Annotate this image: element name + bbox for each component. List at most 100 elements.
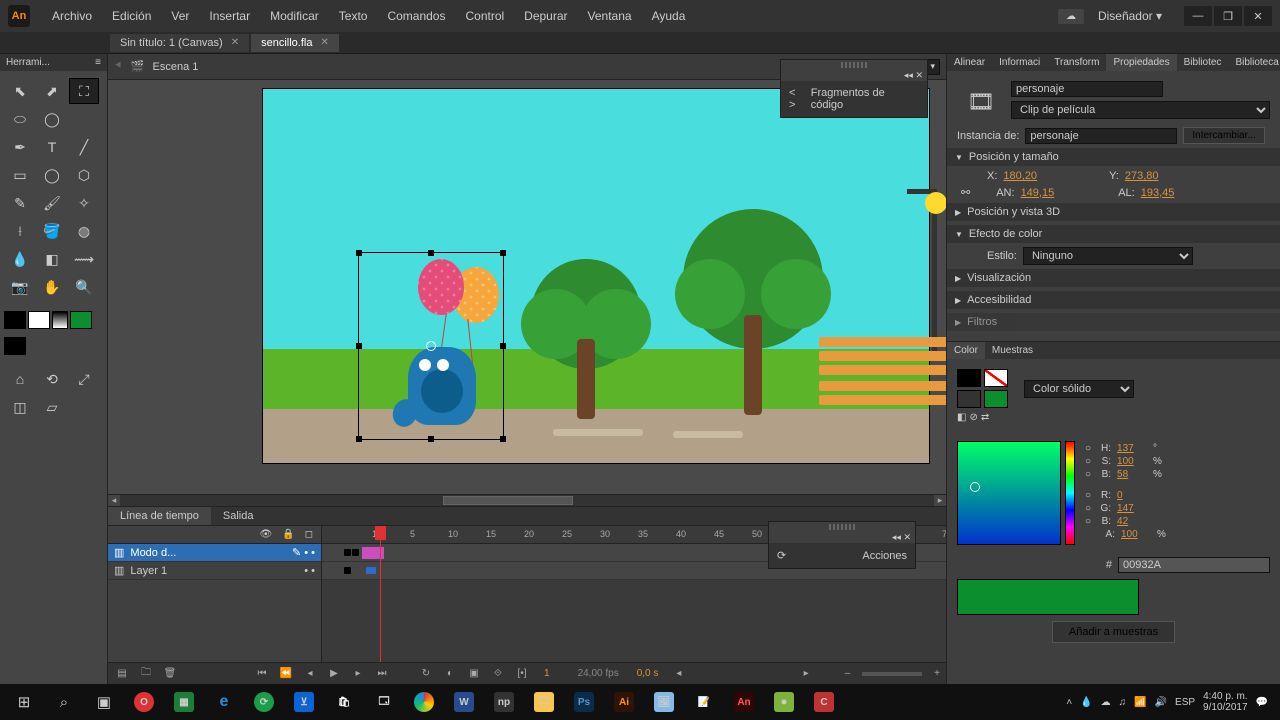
marker-button[interactable]: [•] <box>514 668 530 679</box>
tray-clock[interactable]: 4:40 p. m.9/10/2017 <box>1203 691 1248 713</box>
zoom-tool[interactable]: 🔍 <box>69 274 99 300</box>
layer-row[interactable]: ▥Modo d...✎ • • <box>108 544 321 562</box>
taskbar-app[interactable]: ⏺ <box>764 687 804 717</box>
menu-modificar[interactable]: Modificar <box>260 9 329 23</box>
tab-library1[interactable]: Bibliotec <box>1177 54 1229 71</box>
taskbar-app[interactable]: 🗔 <box>364 687 404 717</box>
link-wh-icon[interactable]: ⚯ <box>961 186 970 199</box>
symbol-type-select[interactable]: Clip de película <box>1011 101 1270 119</box>
fill-color-swatch[interactable] <box>28 311 50 329</box>
taskbar-app[interactable]: W <box>444 687 484 717</box>
tab-swatches[interactable]: Muestras <box>985 342 1040 359</box>
last-frame-button[interactable]: ⏭ <box>374 668 390 679</box>
step-back-button[interactable]: ⏪ <box>278 668 294 679</box>
visibility-icon[interactable]: 👁 <box>260 529 273 540</box>
instance-name-input[interactable] <box>1011 81 1163 97</box>
new-layer-button[interactable]: ▤ <box>114 668 130 679</box>
stage-hscroll[interactable]: ◂ ▸ <box>108 494 946 506</box>
camera-tool[interactable]: 📷 <box>5 274 35 300</box>
task-view-icon[interactable]: ▣ <box>84 687 124 717</box>
distort-tool[interactable]: ◫ <box>5 394 35 420</box>
taskbar-app[interactable]: ⟳ <box>244 687 284 717</box>
taskbar-app[interactable]: 🖼 <box>644 687 684 717</box>
onion-skin-button[interactable]: ◐ <box>442 668 458 679</box>
onion-outline-button[interactable]: ▣ <box>466 668 482 679</box>
tab-align[interactable]: Alinear <box>947 54 992 71</box>
lasso-tool[interactable]: ⬭ <box>5 106 35 132</box>
tray-icon[interactable]: 💧 <box>1080 697 1092 708</box>
workspace-switcher[interactable]: Diseñador ▾ <box>1098 9 1162 23</box>
bw-icon[interactable] <box>4 337 26 355</box>
taskbar-app[interactable]: ▦ <box>164 687 204 717</box>
x-value[interactable]: 180,20 <box>1003 170 1037 182</box>
new-folder-button[interactable]: 🗀 <box>138 665 154 682</box>
first-frame-button[interactable]: ⏮ <box>254 668 270 679</box>
next-frame-button[interactable]: ▸ <box>350 668 366 679</box>
scale-tool[interactable]: ⤢ <box>69 366 99 392</box>
section-display[interactable]: ▶Visualización <box>947 269 1280 287</box>
start-button[interactable]: ⊞ <box>4 687 44 717</box>
tray-icon[interactable]: ☁ <box>1101 697 1111 708</box>
hex-input[interactable] <box>1118 557 1270 573</box>
paint-bucket-tool[interactable]: 🪣 <box>37 218 67 244</box>
rotate-tool[interactable]: ⟲ <box>37 366 67 392</box>
close-button[interactable]: ✕ <box>1244 6 1272 26</box>
eraser-tool[interactable]: ◧ <box>37 246 67 272</box>
timeline-zoom-out[interactable]: – <box>845 668 851 679</box>
section-position-size[interactable]: ▼Posición y tamaño <box>947 148 1280 166</box>
lock-icon[interactable]: 🔒 <box>282 529 294 540</box>
edit-multiple-button[interactable]: ⟐ <box>490 668 506 679</box>
panel-menu-icon[interactable]: ≡ <box>95 57 101 68</box>
taskbar-app[interactable]: C <box>804 687 844 717</box>
section-accessibility[interactable]: ▶Accesibilidad <box>947 291 1280 309</box>
taskbar-app[interactable]: np <box>484 687 524 717</box>
prev-frame-button[interactable]: ◂ <box>302 668 318 679</box>
scene-name[interactable]: Escena 1 <box>153 61 199 73</box>
taskbar-app[interactable]: 📝 <box>684 687 724 717</box>
taskbar-app[interactable]: e <box>204 687 244 717</box>
y-value[interactable]: 273,80 <box>1125 170 1159 182</box>
play-button[interactable]: ▶ <box>326 668 342 679</box>
loop-button[interactable]: ↻ <box>418 668 434 679</box>
tab-timeline[interactable]: Línea de tiempo <box>108 507 211 525</box>
bw-reset-icon[interactable]: ◧ <box>957 412 966 423</box>
g-value[interactable]: 147 <box>1117 503 1147 514</box>
active-swatch[interactable] <box>984 390 1008 408</box>
text-tool[interactable]: T <box>37 134 67 160</box>
tab-info[interactable]: Informaci <box>992 54 1047 71</box>
pen-tool[interactable]: ✒ <box>5 134 35 160</box>
menu-insertar[interactable]: Insertar <box>199 9 260 23</box>
tab-transform[interactable]: Transform <box>1047 54 1106 71</box>
tray-lang[interactable]: ESP <box>1175 697 1195 708</box>
tray-notifications-icon[interactable]: 💬 <box>1256 697 1268 708</box>
color-type-select[interactable]: Color sólido <box>1024 380 1134 398</box>
close-icon[interactable]: ✕ <box>915 70 923 80</box>
stroke-color-swatch[interactable] <box>4 311 26 329</box>
tray-expand-icon[interactable]: ˄ <box>1066 697 1072 708</box>
close-icon[interactable]: ✕ <box>903 532 911 542</box>
close-icon[interactable]: ✕ <box>320 37 328 48</box>
free-transform-tool[interactable]: ⛶ <box>69 78 99 104</box>
tab-untitled[interactable]: Sin título: 1 (Canvas)✕ <box>110 34 249 52</box>
swap-color-icon[interactable]: ⇄ <box>981 412 989 423</box>
tab-properties[interactable]: Propiedades <box>1106 54 1176 71</box>
no-fill-swatch[interactable] <box>984 369 1008 387</box>
color-field[interactable] <box>957 441 1061 545</box>
tab-library2[interactable]: Biblioteca <box>1228 54 1280 71</box>
taskbar-app[interactable] <box>404 687 444 717</box>
h-value[interactable]: 137 <box>1117 443 1147 454</box>
tab-sencillo[interactable]: sencillo.fla✕ <box>251 34 339 52</box>
stage[interactable] <box>262 88 930 464</box>
menu-archivo[interactable]: Archivo <box>42 9 102 23</box>
taskbar-app[interactable]: 🛍 <box>324 687 364 717</box>
width-tool[interactable]: ⟿ <box>69 246 99 272</box>
line-tool[interactable]: ╱ <box>69 134 99 160</box>
delete-layer-button[interactable]: 🗑 <box>162 668 178 679</box>
brush-tool[interactable]: 🖌 <box>37 190 67 216</box>
subselection-tool[interactable]: ⬈ <box>37 78 67 104</box>
eyedropper-tool[interactable]: 💧 <box>5 246 35 272</box>
transform-pivot[interactable] <box>426 341 436 351</box>
selection-tool[interactable]: ⬉ <box>5 78 35 104</box>
bb-value[interactable]: 42 <box>1117 516 1147 527</box>
a-value[interactable]: 100 <box>1121 529 1151 540</box>
